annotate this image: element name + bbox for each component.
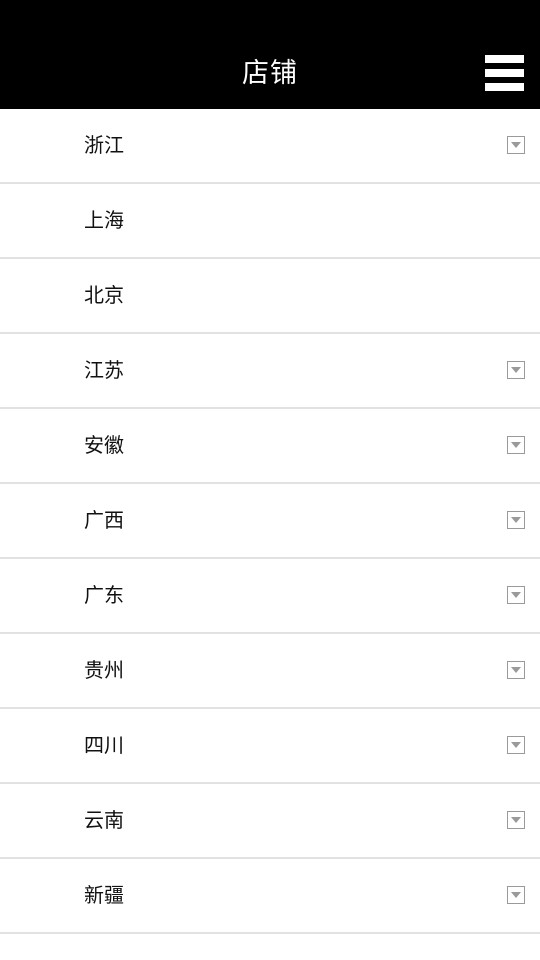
region-label: 广西 (84, 508, 124, 532)
region-row[interactable]: 浙江 (0, 109, 540, 184)
region-label: 江苏 (84, 358, 124, 382)
hamburger-menu-icon-bar (485, 83, 524, 91)
hamburger-menu-icon-bar (485, 69, 524, 77)
region-row[interactable]: 北京 (0, 259, 540, 334)
region-list: 浙江上海北京江苏安徽广西广东贵州四川云南新疆 (0, 109, 540, 934)
region-label: 广东 (84, 583, 124, 607)
region-label: 上海 (84, 208, 124, 232)
hamburger-menu-icon (485, 55, 524, 63)
region-label: 四川 (84, 733, 124, 757)
dropdown-arrow-icon[interactable] (507, 886, 525, 904)
dropdown-arrow-icon[interactable] (507, 361, 525, 379)
region-row[interactable]: 江苏 (0, 334, 540, 409)
region-label: 安徽 (84, 433, 124, 457)
region-label: 浙江 (84, 133, 124, 157)
dropdown-arrow-icon[interactable] (507, 136, 525, 154)
dropdown-arrow-icon[interactable] (507, 661, 525, 679)
region-row[interactable]: 四川 (0, 709, 540, 784)
dropdown-arrow-icon[interactable] (507, 586, 525, 604)
region-row[interactable]: 新疆 (0, 859, 540, 934)
dropdown-arrow-icon[interactable] (507, 811, 525, 829)
dropdown-arrow-icon[interactable] (507, 736, 525, 754)
region-row[interactable]: 安徽 (0, 409, 540, 484)
dropdown-arrow-icon[interactable] (507, 511, 525, 529)
region-label: 北京 (84, 283, 124, 307)
region-row[interactable]: 广西 (0, 484, 540, 559)
region-label: 云南 (84, 808, 124, 832)
dropdown-arrow-icon[interactable] (507, 436, 525, 454)
region-row[interactable]: 广东 (0, 559, 540, 634)
region-row[interactable]: 上海 (0, 184, 540, 259)
page-title: 店铺 (242, 58, 298, 89)
menu-button[interactable] (485, 55, 524, 91)
region-label: 新疆 (84, 883, 124, 907)
region-row[interactable]: 云南 (0, 784, 540, 859)
region-label: 贵州 (84, 658, 124, 682)
region-row[interactable]: 贵州 (0, 634, 540, 709)
app-header: 店铺 (0, 0, 540, 109)
